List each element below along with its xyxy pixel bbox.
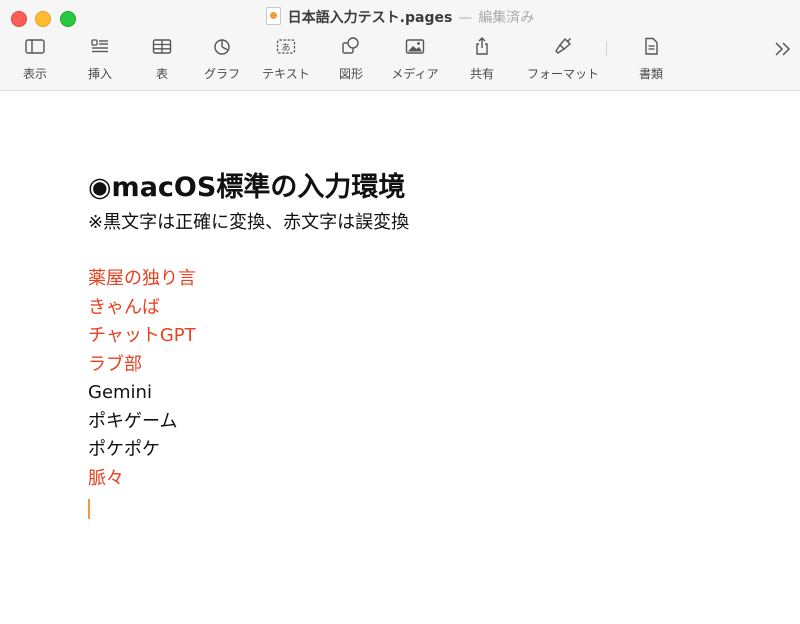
textbox-icon: あ xyxy=(276,39,296,54)
list-item[interactable]: ラブ部 xyxy=(88,351,748,380)
format-brush-icon xyxy=(555,37,572,54)
list-item[interactable]: きゃんば xyxy=(88,294,748,323)
conversion-list: 薬屋の独り言 きゃんば チャットGPT ラブ部 Gemini ポキゲーム ポケポ… xyxy=(88,265,748,493)
chevron-double-right-icon[interactable] xyxy=(772,38,794,60)
chart-icon xyxy=(214,39,230,55)
document-canvas[interactable]: ◉macOS標準の入力環境 ※黒文字は正確に変換、赤文字は誤変換 薬屋の独り言 … xyxy=(0,91,800,624)
sidebar-view-icon xyxy=(25,39,45,54)
insert-list-icon xyxy=(91,39,108,53)
list-item[interactable]: ポキゲーム xyxy=(88,408,748,437)
share-icon xyxy=(476,37,488,55)
title-separator: — xyxy=(458,10,473,26)
shape-icon xyxy=(342,37,359,54)
list-item[interactable]: 薬屋の独り言 xyxy=(88,265,748,294)
list-item[interactable]: ポケポケ xyxy=(88,436,748,465)
pages-document-icon xyxy=(265,7,281,25)
table-icon xyxy=(152,39,172,54)
toolbar-format-label: フォーマット xyxy=(526,67,599,81)
toolbar-document-label: 書類 xyxy=(638,67,663,81)
toolbar-share-label: 共有 xyxy=(469,67,494,81)
toolbar-share-button[interactable]: 共有 xyxy=(442,36,522,82)
list-item[interactable]: Gemini xyxy=(88,379,748,408)
document-heading[interactable]: ◉macOS標準の入力環境 xyxy=(88,171,748,205)
edit-status: 編集済み xyxy=(478,10,535,26)
list-item[interactable]: 脈々 xyxy=(88,465,748,494)
list-item[interactable]: チャットGPT xyxy=(88,322,748,351)
pages-window: 日本語入力テスト.pages — 編集済み 表示 挿入 表 グラフ あ テキスト… xyxy=(0,0,800,624)
title-bar: 日本語入力テスト.pages — 編集済み 表示 挿入 表 グラフ あ テキスト… xyxy=(0,0,800,91)
document-icon xyxy=(645,37,658,55)
document-filename[interactable]: 日本語入力テスト.pages xyxy=(288,10,453,26)
toolbar-format-button[interactable]: フォーマット xyxy=(523,36,603,82)
window-title: 日本語入力テスト.pages — 編集済み xyxy=(0,7,800,27)
text-cursor xyxy=(88,499,90,519)
toolbar-document-button[interactable]: 書類 xyxy=(611,36,691,82)
svg-text:あ: あ xyxy=(281,43,290,54)
media-icon xyxy=(405,39,425,54)
toolbar-divider xyxy=(606,41,607,56)
document-note[interactable]: ※黒文字は正確に変換、赤文字は誤変換 xyxy=(88,211,748,235)
document-body[interactable]: ◉macOS標準の入力環境 ※黒文字は正確に変換、赤文字は誤変換 薬屋の独り言 … xyxy=(88,171,748,519)
